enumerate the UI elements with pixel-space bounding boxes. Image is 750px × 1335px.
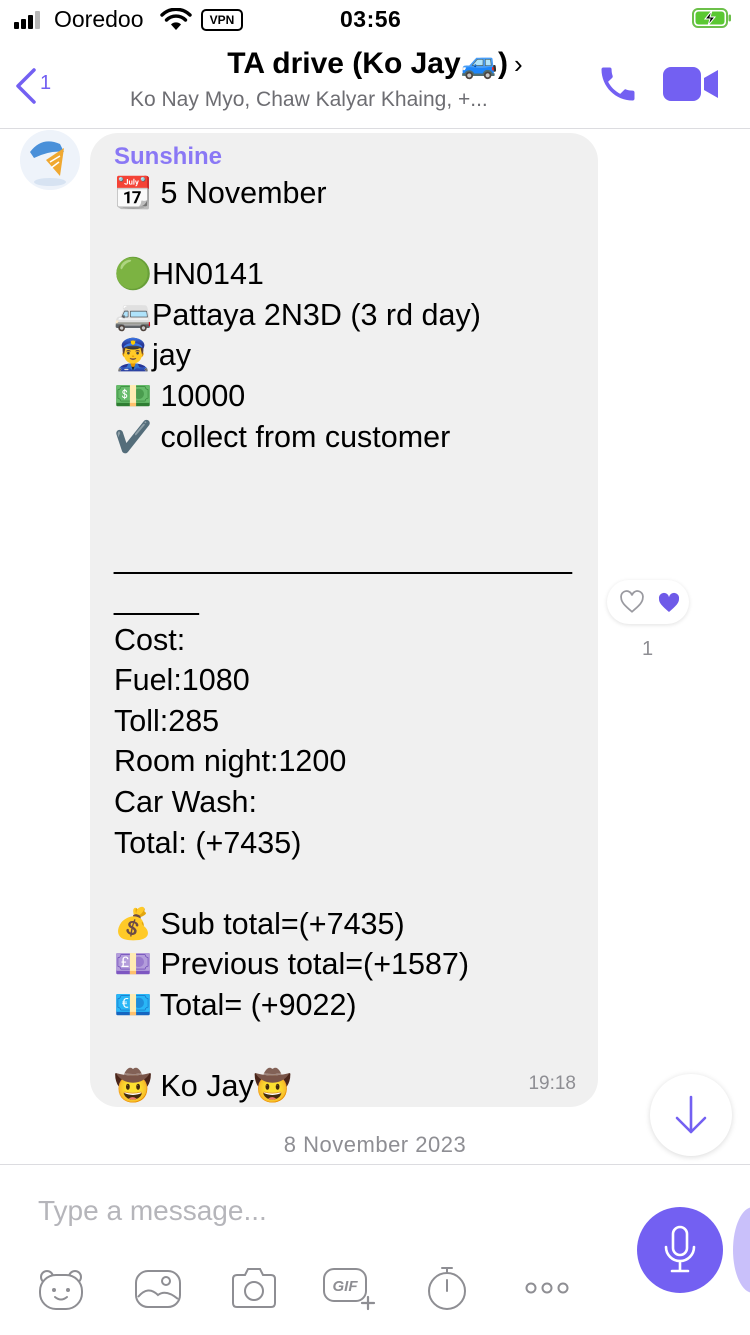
message-text: 📆 5 November 🟢HN0141 🚐Pattaya 2N3D (3 rd… <box>114 176 572 1104</box>
gif-icon: GIF <box>323 1268 376 1311</box>
composer: GIF <box>0 1164 750 1335</box>
camera-icon <box>232 1268 276 1308</box>
send-options-edge[interactable] <box>733 1207 750 1293</box>
message-input[interactable] <box>38 1189 598 1233</box>
video-camera-icon <box>663 67 718 101</box>
gif-button[interactable]: GIF <box>322 1263 376 1313</box>
status-time: 03:56 <box>340 6 402 32</box>
gallery-button[interactable] <box>133 1263 183 1313</box>
chevron-right-icon: › <box>514 49 523 79</box>
chat-header: 1 TA drive (Ko Jay🚙) › Ko Nay Myo, Chaw K… <box>0 40 750 129</box>
sender-name[interactable]: Sunshine <box>114 143 222 171</box>
more-options-button[interactable] <box>522 1263 572 1313</box>
heart-outline-icon[interactable] <box>619 590 645 614</box>
arrow-down-icon <box>675 1095 707 1134</box>
svg-text:GIF: GIF <box>333 1278 359 1295</box>
vpn-badge: VPN <box>201 9 243 31</box>
chat-participants: Ko Nay Myo, Chaw Kalyar Khaing, +... <box>130 88 488 111</box>
more-icon <box>525 1282 569 1294</box>
timer-icon <box>428 1267 466 1310</box>
like-count: 1 <box>642 638 654 660</box>
sticker-button[interactable] <box>36 1263 86 1313</box>
disappearing-message-button[interactable] <box>422 1263 472 1313</box>
chat-title: TA drive (Ko Jay🚙) <box>227 47 509 80</box>
camera-button[interactable] <box>229 1263 279 1313</box>
message-bubble[interactable]: Sunshine 📆 5 November 🟢HN0141 🚐Pattaya 2… <box>90 133 598 1107</box>
wifi-icon <box>160 8 192 30</box>
microphone-icon <box>664 1225 696 1273</box>
date-separator: 8 November 2023 <box>283 1132 467 1157</box>
voice-message-button[interactable] <box>637 1207 723 1293</box>
phone-icon <box>601 67 635 101</box>
message-time: 19:18 <box>528 1073 576 1094</box>
like-reaction[interactable] <box>607 580 689 626</box>
carrier-name: Ooredoo <box>54 6 144 32</box>
heart-filled-icon <box>658 592 680 612</box>
avatar-image <box>20 130 80 190</box>
sticker-icon <box>39 1270 83 1310</box>
signal-icon <box>14 11 46 29</box>
gallery-icon <box>135 1270 181 1308</box>
battery-charging-icon <box>692 8 731 28</box>
video-call-button[interactable] <box>662 66 720 102</box>
status-bar: Ooredoo VPN 03:56 <box>0 0 750 40</box>
sender-avatar[interactable] <box>20 130 80 190</box>
voice-call-button[interactable] <box>596 62 640 106</box>
